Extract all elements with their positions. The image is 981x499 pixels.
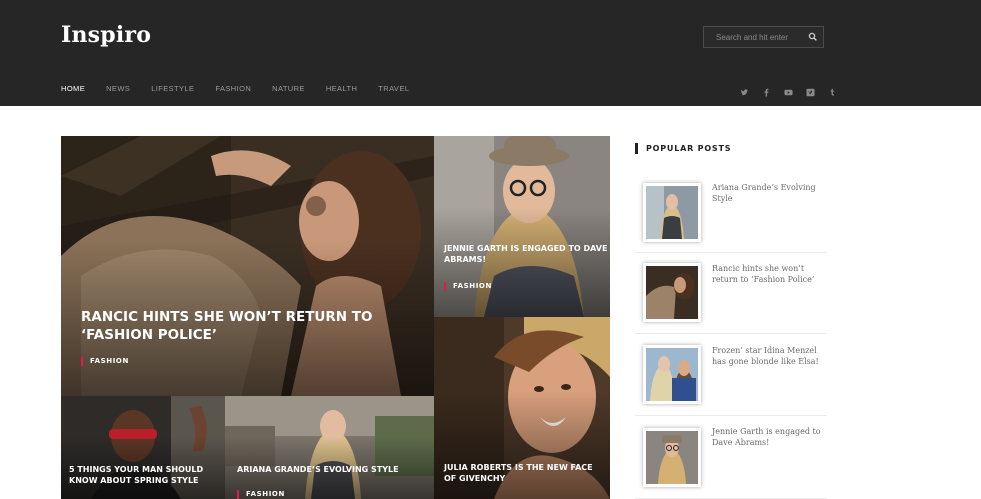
- nav-home[interactable]: HOME: [61, 84, 85, 93]
- post-title[interactable]: RANCIC HINTS SHE WON’T RETURN TO ‘FASHIO…: [81, 308, 381, 344]
- nav-nature[interactable]: NATURE: [272, 84, 305, 93]
- featured-post[interactable]: JULIA ROBERTS IS THE NEW FACE OF GIVENCH…: [434, 317, 610, 499]
- featured-post[interactable]: JENNIE GARTH IS ENGAGED TO DAVE ABRAMS! …: [434, 136, 610, 317]
- popular-post-item[interactable]: Rancic hints she won’t return to ‘Fashio…: [635, 253, 827, 334]
- popular-post-item[interactable]: Jennie Garth is engaged to Dave Abrams!: [635, 416, 827, 499]
- twitter-icon[interactable]: [740, 84, 749, 96]
- popular-post-item[interactable]: Frozen’ star Idina Menzel has gone blond…: [635, 334, 827, 416]
- post-title[interactable]: 5 THINGS YOUR MAN SHOULD KNOW ABOUT SPRI…: [69, 465, 219, 487]
- site-header: Inspiro HOME NEWS LIFESTYLE FASHION NATU…: [0, 0, 981, 106]
- post-title[interactable]: Ariana Grande’s Evolving Style: [712, 183, 828, 205]
- post-thumbnail[interactable]: [643, 263, 701, 322]
- post-title[interactable]: JENNIE GARTH IS ENGAGED TO DAVE ABRAMS!: [444, 244, 609, 266]
- featured-post-large[interactable]: RANCIC HINTS SHE WON’T RETURN TO ‘FASHIO…: [61, 136, 434, 396]
- post-title[interactable]: ARIANA GRANDE’S EVOLVING STYLE: [237, 465, 432, 476]
- search-input[interactable]: [704, 27, 804, 47]
- post-category[interactable]: FASHION: [444, 282, 492, 291]
- post-title[interactable]: Rancic hints she won’t return to ‘Fashio…: [712, 264, 828, 286]
- search-box: [703, 26, 824, 48]
- nav-lifestyle[interactable]: LIFESTYLE: [151, 84, 194, 93]
- vimeo-icon[interactable]: [806, 84, 815, 97]
- nav-travel[interactable]: TRAVEL: [378, 84, 409, 93]
- post-category[interactable]: FASHION: [81, 357, 129, 366]
- youtube-icon[interactable]: [784, 84, 793, 96]
- popular-post-item[interactable]: Ariana Grande’s Evolving Style: [635, 171, 827, 253]
- post-thumbnail[interactable]: [643, 345, 701, 404]
- post-thumbnail[interactable]: [643, 428, 701, 487]
- nav-fashion[interactable]: FASHION: [215, 84, 251, 93]
- post-title[interactable]: Frozen’ star Idina Menzel has gone blond…: [712, 346, 828, 368]
- nav-news[interactable]: NEWS: [106, 84, 130, 93]
- search-icon[interactable]: [807, 31, 819, 43]
- post-title[interactable]: Jennie Garth is engaged to Dave Abrams!: [712, 427, 828, 449]
- featured-post[interactable]: 5 THINGS YOUR MAN SHOULD KNOW ABOUT SPRI…: [61, 396, 225, 499]
- social-links: [740, 84, 850, 97]
- popular-posts-heading: POPULAR POSTS: [635, 143, 731, 154]
- post-category[interactable]: FASHION: [237, 490, 285, 499]
- post-thumbnail[interactable]: [643, 183, 701, 242]
- post-title[interactable]: JULIA ROBERTS IS THE NEW FACE OF GIVENCH…: [444, 463, 604, 485]
- featured-post[interactable]: ARIANA GRANDE’S EVOLVING STYLE FASHION: [225, 396, 434, 499]
- main-nav: HOME NEWS LIFESTYLE FASHION NATURE HEALT…: [61, 84, 430, 93]
- facebook-icon[interactable]: [762, 84, 771, 97]
- site-logo[interactable]: Inspiro: [61, 22, 151, 48]
- tumblr-icon[interactable]: [828, 84, 837, 96]
- nav-health[interactable]: HEALTH: [326, 84, 357, 93]
